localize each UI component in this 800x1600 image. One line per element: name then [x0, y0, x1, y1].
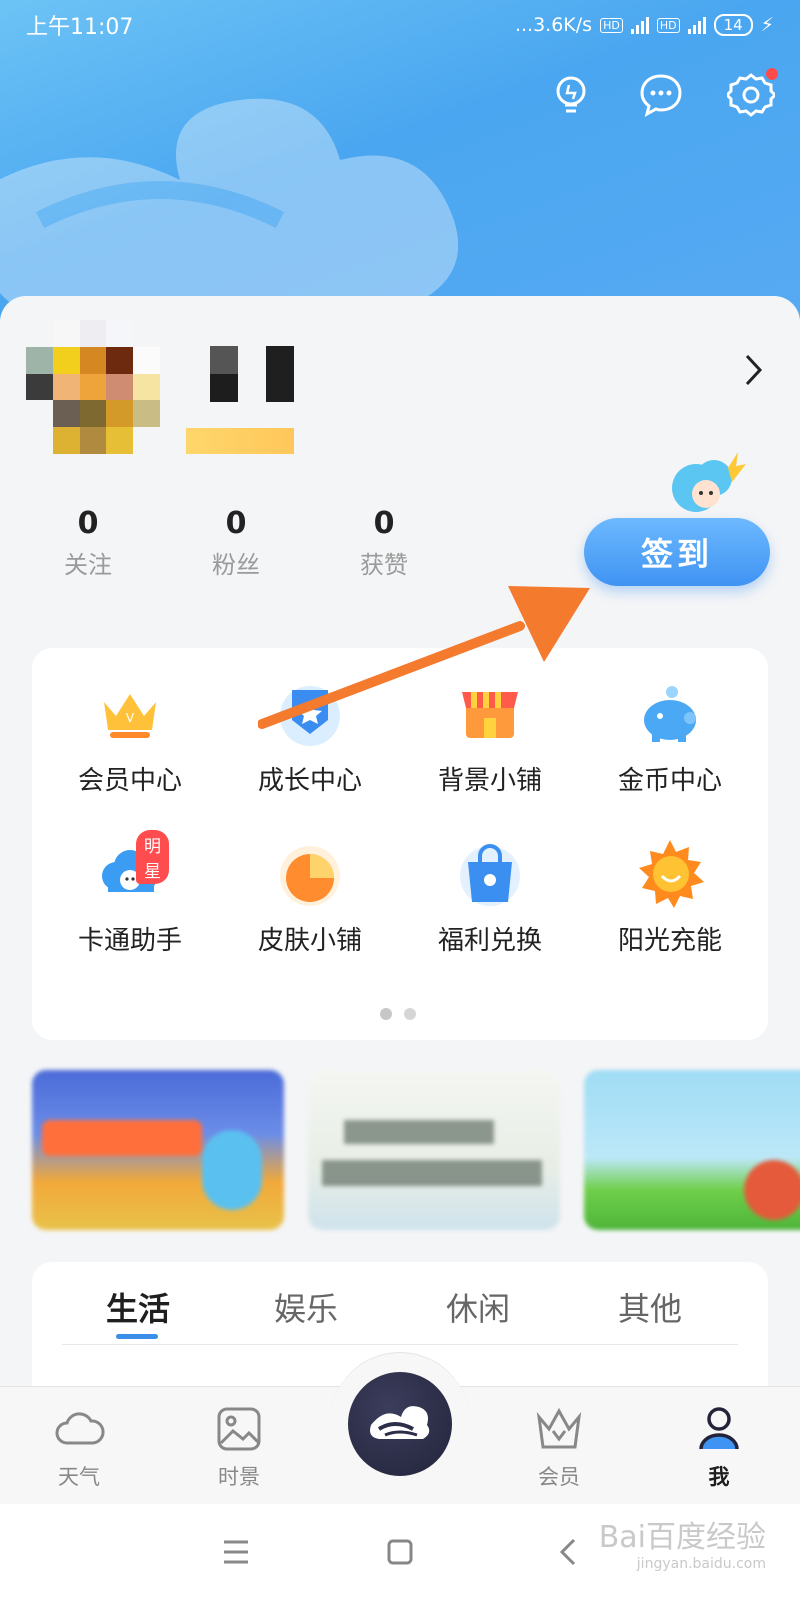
center-weather-button[interactable] — [348, 1372, 452, 1476]
user-stats: 0 关注 0 粉丝 0 获赞 — [40, 506, 432, 580]
back-icon[interactable] — [550, 1534, 590, 1570]
service-sunshine-charge[interactable]: 阳光充能 — [580, 838, 760, 957]
nav-label: 时景 — [218, 1465, 260, 1489]
status-bar: 上午11:07 ...3.6K/s HD HD 14 ⚡ — [0, 0, 800, 50]
hd-icon: HD — [600, 17, 623, 33]
sun-icon — [634, 838, 706, 910]
service-welfare-exchange[interactable]: 福利兑换 — [400, 838, 580, 957]
home-icon[interactable] — [380, 1534, 420, 1570]
stat-likes[interactable]: 0 获赞 — [336, 506, 432, 580]
stat-number: 0 — [373, 506, 395, 541]
hd-icon-2: HD — [656, 17, 680, 33]
active-tab-indicator — [116, 1334, 158, 1339]
service-label: 背景小铺 — [437, 766, 542, 796]
tab-entertainment[interactable]: 娱乐 — [246, 1284, 366, 1330]
status-indicators: ...3.6K/s HD HD 14 ⚡ — [515, 14, 774, 36]
nav-label: 我 — [708, 1465, 730, 1489]
service-label: 会员中心 — [77, 766, 182, 796]
nav-scenery[interactable]: 时景 — [184, 1403, 294, 1491]
promo-banner-2[interactable] — [308, 1070, 560, 1230]
user-level-redacted — [186, 428, 294, 454]
service-label: 阳光充能 — [617, 926, 722, 956]
page-indicator — [380, 1008, 416, 1020]
service-label: 成长中心 — [257, 766, 362, 796]
battery-icon: 14 — [713, 14, 753, 36]
service-label: 皮肤小铺 — [257, 926, 362, 956]
page-dot — [380, 1008, 392, 1020]
promo-banner-3[interactable] — [584, 1070, 800, 1230]
wind-cloud-icon — [370, 1406, 430, 1439]
net-speed: ...3.6K/s — [514, 14, 593, 36]
pie-icon — [274, 838, 346, 910]
status-time: 上午11:07 — [26, 15, 134, 40]
tab-other[interactable]: 其他 — [590, 1284, 710, 1330]
chevron-right-icon[interactable] — [738, 352, 768, 388]
cloud-decoration — [0, 98, 459, 310]
service-vip-center[interactable]: V 会员中心 — [40, 678, 220, 797]
service-cartoon-assistant[interactable]: 明星 卡通助手 — [40, 830, 220, 957]
tab-life[interactable]: 生活 — [78, 1284, 198, 1330]
mascot-icon — [672, 452, 746, 512]
watermark-main: Bai百度经验 — [598, 1520, 766, 1555]
promo-banner-1[interactable] — [32, 1070, 284, 1230]
nav-label: 会员 — [538, 1465, 580, 1489]
charging-icon: ⚡ — [760, 14, 774, 36]
watermark: Bai百度经验 jingyan.baidu.com — [599, 1512, 766, 1572]
stat-label: 粉丝 — [212, 551, 260, 579]
bag-icon — [454, 838, 526, 910]
star-badge: 明星 — [136, 830, 169, 884]
service-label: 金币中心 — [617, 766, 722, 796]
tab-divider — [62, 1344, 738, 1345]
promo-banners — [32, 1070, 800, 1230]
piggy-bank-icon — [634, 678, 706, 750]
sign-in-button[interactable]: 签到 — [584, 518, 770, 586]
crown-outline-icon — [533, 1403, 585, 1455]
avatar[interactable] — [26, 320, 160, 454]
bulb-icon[interactable] — [546, 70, 596, 120]
chat-icon[interactable] — [636, 70, 686, 120]
signal-icon — [630, 16, 649, 34]
stat-number: 0 — [225, 506, 247, 541]
watermark-sub: jingyan.baidu.com — [636, 1556, 766, 1572]
menu-icon[interactable] — [216, 1534, 256, 1570]
profile-icon — [693, 1403, 745, 1455]
stat-label: 关注 — [64, 551, 112, 579]
notification-dot — [766, 68, 778, 80]
signal-icon-2 — [687, 16, 706, 34]
stat-label: 获赞 — [360, 551, 408, 579]
stat-number: 0 — [77, 506, 99, 541]
service-coin-center[interactable]: 金币中心 — [580, 678, 760, 797]
header-actions — [546, 68, 778, 120]
image-icon — [213, 1403, 265, 1455]
annotation-arrow-icon — [258, 586, 590, 729]
cartoon-cloud-icon: 明星 — [94, 830, 169, 910]
crown-icon: V — [94, 678, 166, 750]
svg-text:V: V — [126, 711, 135, 725]
nav-me[interactable]: 我 — [664, 1403, 774, 1491]
page-dot — [404, 1008, 416, 1020]
service-label: 福利兑换 — [437, 926, 542, 956]
stat-following[interactable]: 0 关注 — [40, 506, 136, 580]
nav-label: 天气 — [58, 1465, 100, 1489]
stat-fans[interactable]: 0 粉丝 — [188, 506, 284, 580]
settings-icon[interactable] — [726, 68, 778, 120]
tab-leisure[interactable]: 休闲 — [418, 1284, 538, 1330]
cloud-icon — [53, 1403, 105, 1455]
nav-member[interactable]: 会员 — [504, 1403, 614, 1491]
service-label: 卡通助手 — [77, 926, 182, 956]
service-skin-shop[interactable]: 皮肤小铺 — [220, 838, 400, 957]
nav-weather[interactable]: 天气 — [24, 1403, 134, 1491]
username-redacted — [186, 346, 296, 402]
